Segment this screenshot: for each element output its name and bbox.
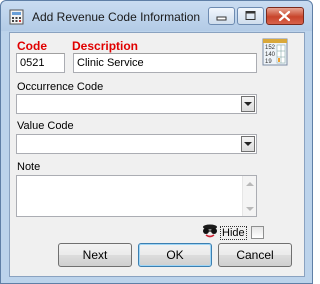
occurrence-code-label: Occurrence Code — [17, 81, 104, 93]
maximize-button[interactable] — [237, 7, 264, 25]
note-textarea[interactable] — [16, 175, 257, 217]
next-button[interactable]: Next — [58, 243, 132, 267]
code-label: Code — [17, 39, 47, 53]
chevron-down-icon — [244, 142, 252, 146]
description-label: Description — [72, 39, 139, 53]
dialog-body: Code Description 0521 Clinic Service 152… — [9, 32, 305, 277]
window-title: Add Revenue Code Information — [32, 10, 201, 24]
value-code-label: Value Code — [17, 120, 74, 132]
title-bar[interactable]: Add Revenue Code Information — [1, 1, 312, 31]
value-code-select[interactable] — [16, 134, 257, 154]
code-lookup-icon[interactable]: 152 140 19 — [262, 38, 288, 66]
hide-checkbox[interactable] — [251, 226, 264, 239]
chevron-down-icon — [244, 102, 252, 106]
ok-button[interactable]: OK — [138, 243, 212, 267]
spy-glasses-icon — [203, 224, 217, 238]
scroll-down-icon[interactable] — [246, 207, 254, 212]
scroll-up-icon[interactable] — [246, 182, 254, 187]
note-scrollbar[interactable] — [242, 176, 256, 216]
svg-text:19: 19 — [265, 59, 272, 65]
occurrence-dropdown-button[interactable] — [241, 96, 255, 112]
description-input[interactable]: Clinic Service — [73, 53, 257, 73]
dialog-window: Add Revenue Code Information Code Descri… — [0, 0, 313, 284]
hide-label: Hide — [220, 226, 247, 240]
close-button[interactable] — [266, 7, 304, 25]
note-label: Note — [17, 161, 41, 173]
value-code-dropdown-button[interactable] — [241, 136, 255, 152]
minimize-button[interactable] — [208, 7, 235, 25]
close-icon — [278, 10, 291, 22]
occurrence-code-select[interactable] — [16, 94, 257, 114]
svg-text:152: 152 — [265, 45, 276, 51]
code-input[interactable]: 0521 — [16, 53, 65, 73]
cancel-button[interactable]: Cancel — [218, 243, 292, 267]
maximize-icon — [245, 11, 256, 20]
app-icon — [9, 9, 24, 25]
minimize-icon — [216, 16, 227, 21]
svg-text:140: 140 — [265, 52, 276, 58]
